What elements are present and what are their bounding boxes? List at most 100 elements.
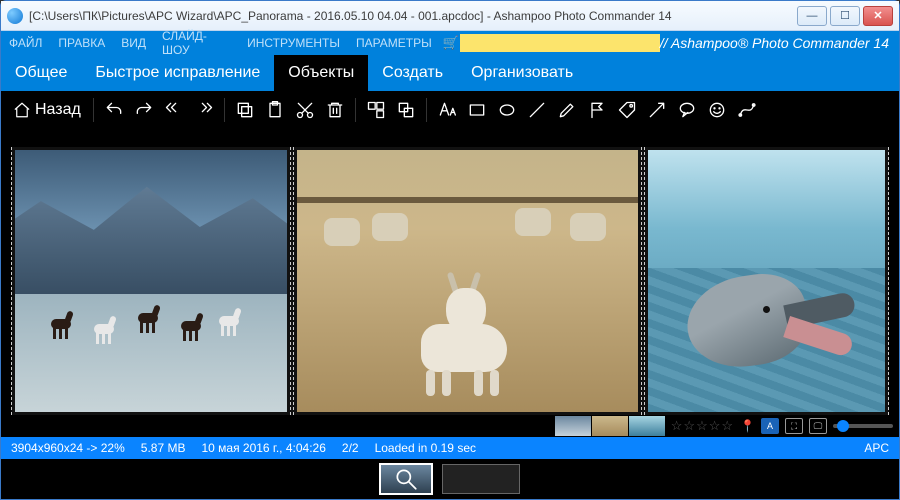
undo-button[interactable] — [100, 96, 128, 124]
close-button[interactable]: ✕ — [863, 6, 893, 26]
menu-tools[interactable]: ИНСТРУМЕНТЫ — [239, 31, 348, 55]
pencil-icon — [557, 100, 577, 120]
tab-organize[interactable]: Организовать — [457, 55, 587, 91]
paste-icon — [265, 100, 285, 120]
scissors-icon — [295, 100, 315, 120]
redo-all-icon — [194, 100, 214, 120]
undo-all-icon — [164, 100, 184, 120]
arrow-tool-button[interactable] — [643, 96, 671, 124]
toolbar: Назад — [1, 91, 899, 129]
ellipse-icon — [497, 100, 517, 120]
app-icon — [7, 8, 23, 24]
ungroup-icon — [396, 100, 416, 120]
tab-create[interactable]: Создать — [368, 55, 457, 91]
canvas-area[interactable]: ☆☆☆☆☆ 📍 A ⛶ 🖵 — [1, 129, 899, 437]
status-format: APC — [864, 441, 889, 455]
back-label: Назад — [35, 101, 81, 119]
status-load: Loaded in 0.19 sec — [375, 441, 476, 455]
menu-view[interactable]: ВИД — [113, 31, 154, 55]
home-icon — [13, 101, 31, 119]
copy-icon — [235, 100, 255, 120]
separator — [355, 98, 356, 122]
cut-button[interactable] — [291, 96, 319, 124]
magnifier-icon — [393, 466, 419, 492]
menubar: ФАЙЛ ПРАВКА ВИД СЛАЙД-ШОУ ИНСТРУМЕНТЫ ПА… — [1, 31, 899, 55]
chip-fit[interactable]: ⛶ — [785, 418, 803, 434]
status-date: 10 мая 2016 г., 4:04:26 — [201, 441, 325, 455]
menu-slideshow[interactable]: СЛАЙД-ШОУ — [154, 31, 239, 55]
text-tool-button[interactable] — [433, 96, 461, 124]
chip-screen[interactable]: 🖵 — [809, 418, 827, 434]
pin-icon[interactable]: 📍 — [740, 419, 755, 433]
status-dims: 3904x960x24 -> 22% — [11, 441, 125, 455]
redo-icon — [134, 100, 154, 120]
titlebar: [C:\Users\ПК\Pictures\APC Wizard\APC_Pan… — [1, 1, 899, 31]
search-box: 🛒 — [442, 31, 660, 55]
undo-all-button[interactable] — [160, 96, 188, 124]
brand-label: // Ashampoo® Photo Commander 14 — [660, 31, 899, 55]
zoom-slider[interactable] — [833, 424, 893, 428]
bubble-icon — [677, 100, 697, 120]
back-button[interactable]: Назад — [7, 96, 87, 124]
window-title: [C:\Users\ПК\Pictures\APC Wizard\APC_Pan… — [29, 9, 797, 23]
flag-icon — [587, 100, 607, 120]
app-window: [C:\Users\ПК\Pictures\APC Wizard\APC_Pan… — [0, 0, 900, 500]
minimize-button[interactable]: — — [797, 6, 827, 26]
bubble-tool-button[interactable] — [673, 96, 701, 124]
ungroup-button[interactable] — [392, 96, 420, 124]
separator — [224, 98, 225, 122]
trash-icon — [325, 100, 345, 120]
copy-button[interactable] — [231, 96, 259, 124]
line-icon — [527, 100, 547, 120]
status-size: 5.87 MB — [141, 441, 186, 455]
pane-dolphin[interactable] — [644, 147, 889, 415]
chip-aa[interactable]: A — [761, 418, 779, 434]
menu-settings[interactable]: ПАРАМЕТРЫ — [348, 31, 440, 55]
maximize-button[interactable]: ☐ — [830, 6, 860, 26]
rect-tool-button[interactable] — [463, 96, 491, 124]
rect-icon — [467, 100, 487, 120]
rating-stars[interactable]: ☆☆☆☆☆ — [671, 418, 734, 434]
tray-zoom-thumb[interactable] — [380, 464, 432, 494]
undo-icon — [104, 100, 124, 120]
ellipse-tool-button[interactable] — [493, 96, 521, 124]
group-button[interactable] — [362, 96, 390, 124]
panorama-strip — [11, 147, 889, 415]
redo-button[interactable] — [130, 96, 158, 124]
separator — [93, 98, 94, 122]
spline-icon — [737, 100, 757, 120]
group-icon — [366, 100, 386, 120]
flag-tool-button[interactable] — [583, 96, 611, 124]
search-input[interactable] — [460, 34, 660, 52]
view-chips: A ⛶ 🖵 — [761, 418, 827, 434]
statusbar: 3904x960x24 -> 22% 5.87 MB 10 мая 2016 г… — [1, 437, 899, 459]
smiley-tool-button[interactable] — [703, 96, 731, 124]
smiley-icon — [707, 100, 727, 120]
separator — [426, 98, 427, 122]
arrow-icon — [647, 100, 667, 120]
cart-icon[interactable]: 🛒 — [442, 35, 460, 51]
window-controls: — ☐ ✕ — [797, 6, 893, 26]
pane-goat[interactable] — [293, 147, 642, 415]
tab-objects[interactable]: Объекты — [274, 55, 368, 91]
pencil-tool-button[interactable] — [553, 96, 581, 124]
tag-icon — [617, 100, 637, 120]
pane-horses[interactable] — [11, 147, 291, 415]
rating-row: ☆☆☆☆☆ 📍 A ⛶ 🖵 — [555, 415, 893, 437]
spline-tool-button[interactable] — [733, 96, 761, 124]
menu-edit[interactable]: ПРАВКА — [50, 31, 113, 55]
menu-file[interactable]: ФАЙЛ — [1, 31, 50, 55]
line-tool-button[interactable] — [523, 96, 551, 124]
tab-general[interactable]: Общее — [1, 55, 81, 91]
mini-preview[interactable] — [555, 416, 665, 436]
status-index: 2/2 — [342, 441, 359, 455]
tab-quickfix[interactable]: Быстрое исправление — [81, 55, 274, 91]
redo-all-button[interactable] — [190, 96, 218, 124]
delete-button[interactable] — [321, 96, 349, 124]
bottom-tray — [1, 459, 899, 499]
tray-set-thumb[interactable] — [442, 464, 520, 494]
paste-button[interactable] — [261, 96, 289, 124]
tag-tool-button[interactable] — [613, 96, 641, 124]
text-icon — [437, 100, 457, 120]
tabbar: Общее Быстрое исправление Объекты Создат… — [1, 55, 899, 91]
